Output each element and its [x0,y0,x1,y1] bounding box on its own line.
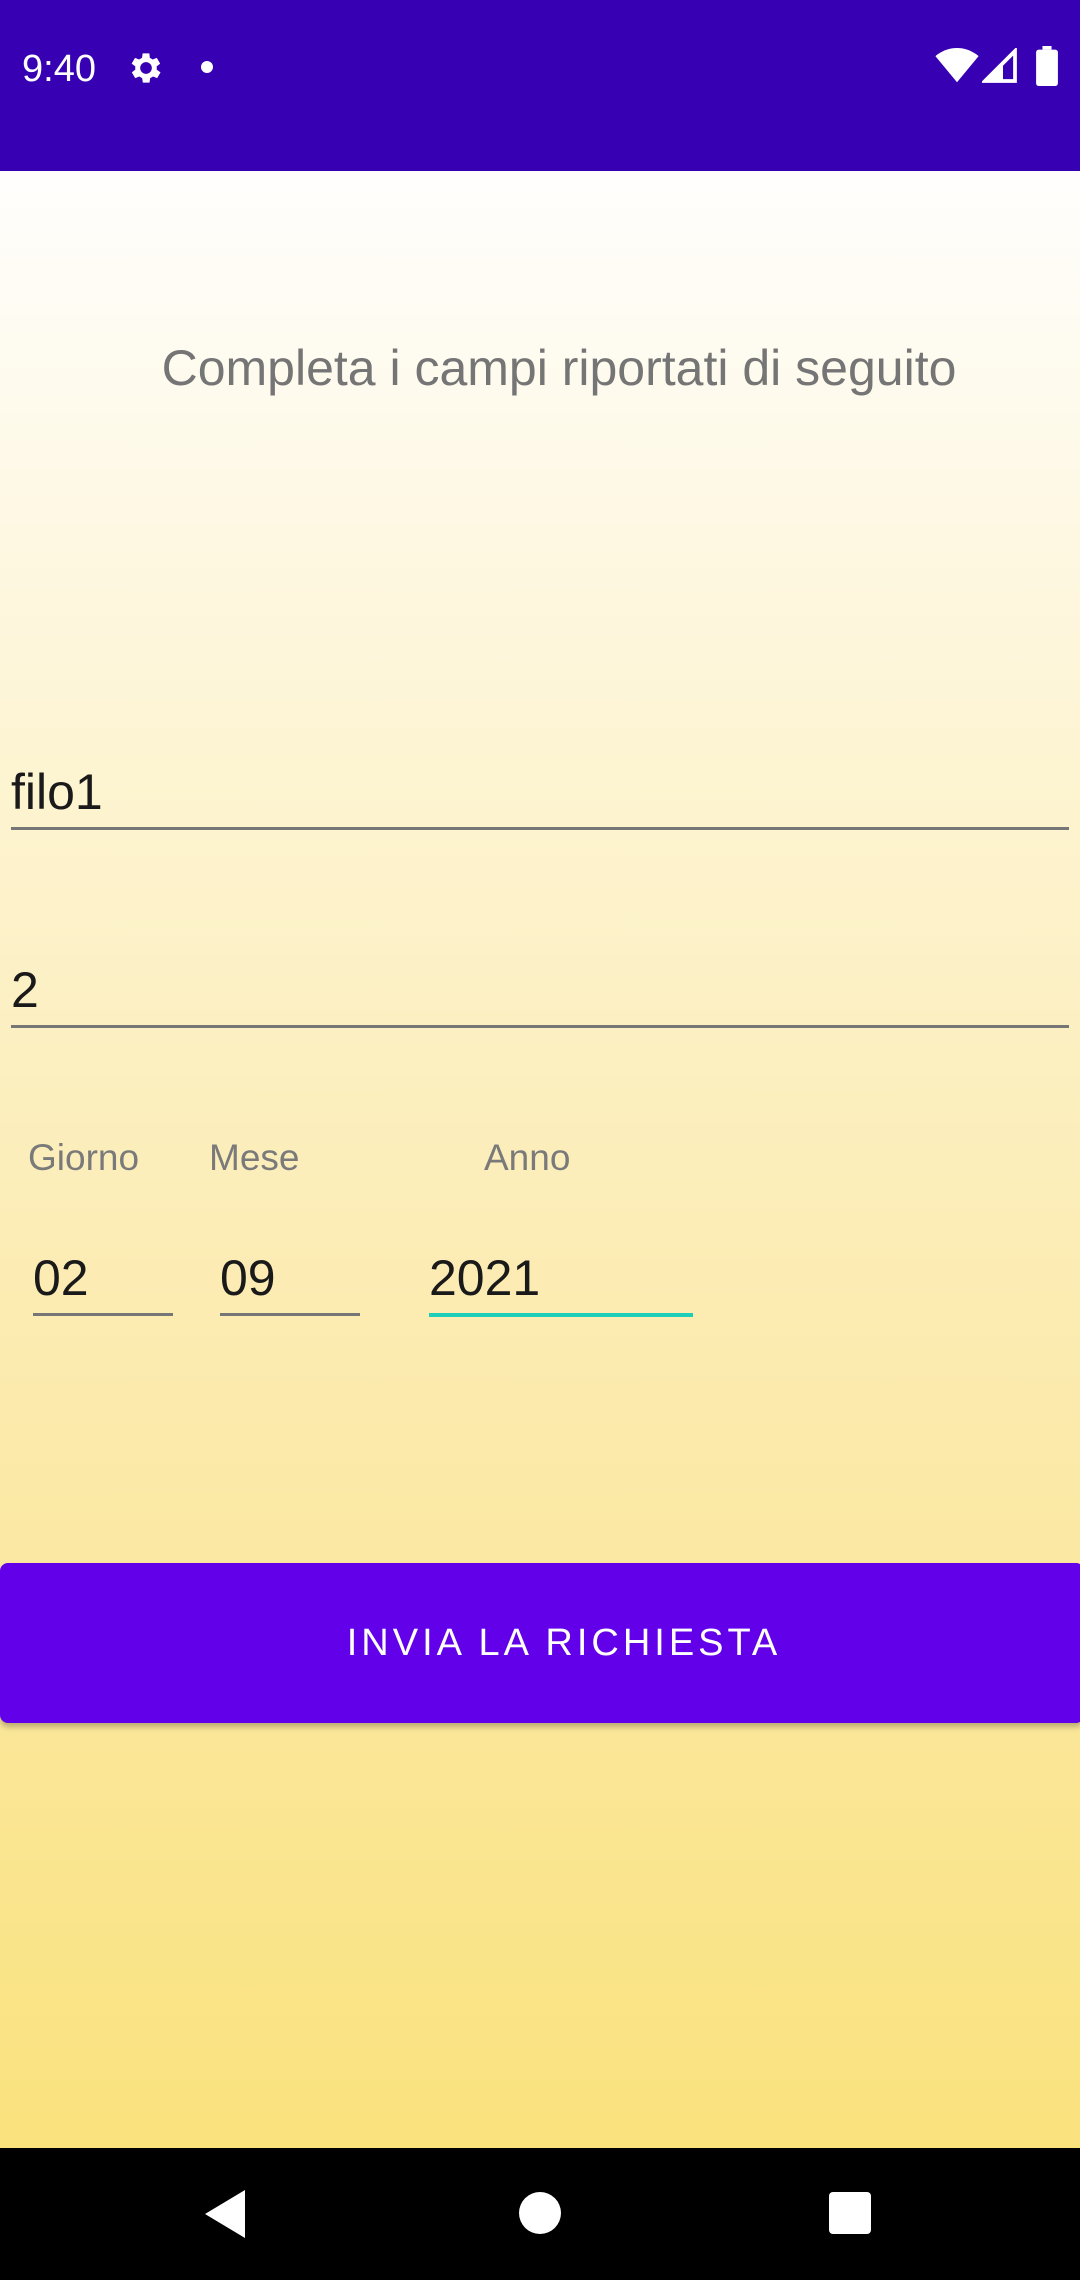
battery-icon [1036,46,1058,86]
form-screen: Completa i campi riportati di seguito Gi… [0,171,1080,2148]
month-field[interactable] [220,1243,360,1316]
recent-apps-icon[interactable] [829,2192,871,2234]
instruction-text: Completa i campi riportati di seguito [161,340,957,396]
day-field[interactable] [33,1243,173,1316]
gear-icon [131,53,161,83]
status-bar: 9:40 [0,0,1080,171]
back-icon[interactable] [204,2190,246,2238]
year-field[interactable] [429,1243,693,1317]
signal-icon [982,48,1017,83]
wifi-icon [935,48,979,83]
navigation-bar [0,2148,1080,2280]
number-field[interactable] [11,955,1069,1028]
status-time: 9:40 [22,48,96,90]
day-label: Giorno [28,1137,140,1178]
submit-request-button[interactable]: INVIA LA RICHIESTA [0,1563,1080,1723]
home-icon[interactable] [519,2192,561,2234]
notification-dot-icon [201,61,213,73]
month-label: Mese [209,1137,300,1178]
year-label: Anno [484,1137,571,1178]
name-field[interactable] [11,757,1069,830]
